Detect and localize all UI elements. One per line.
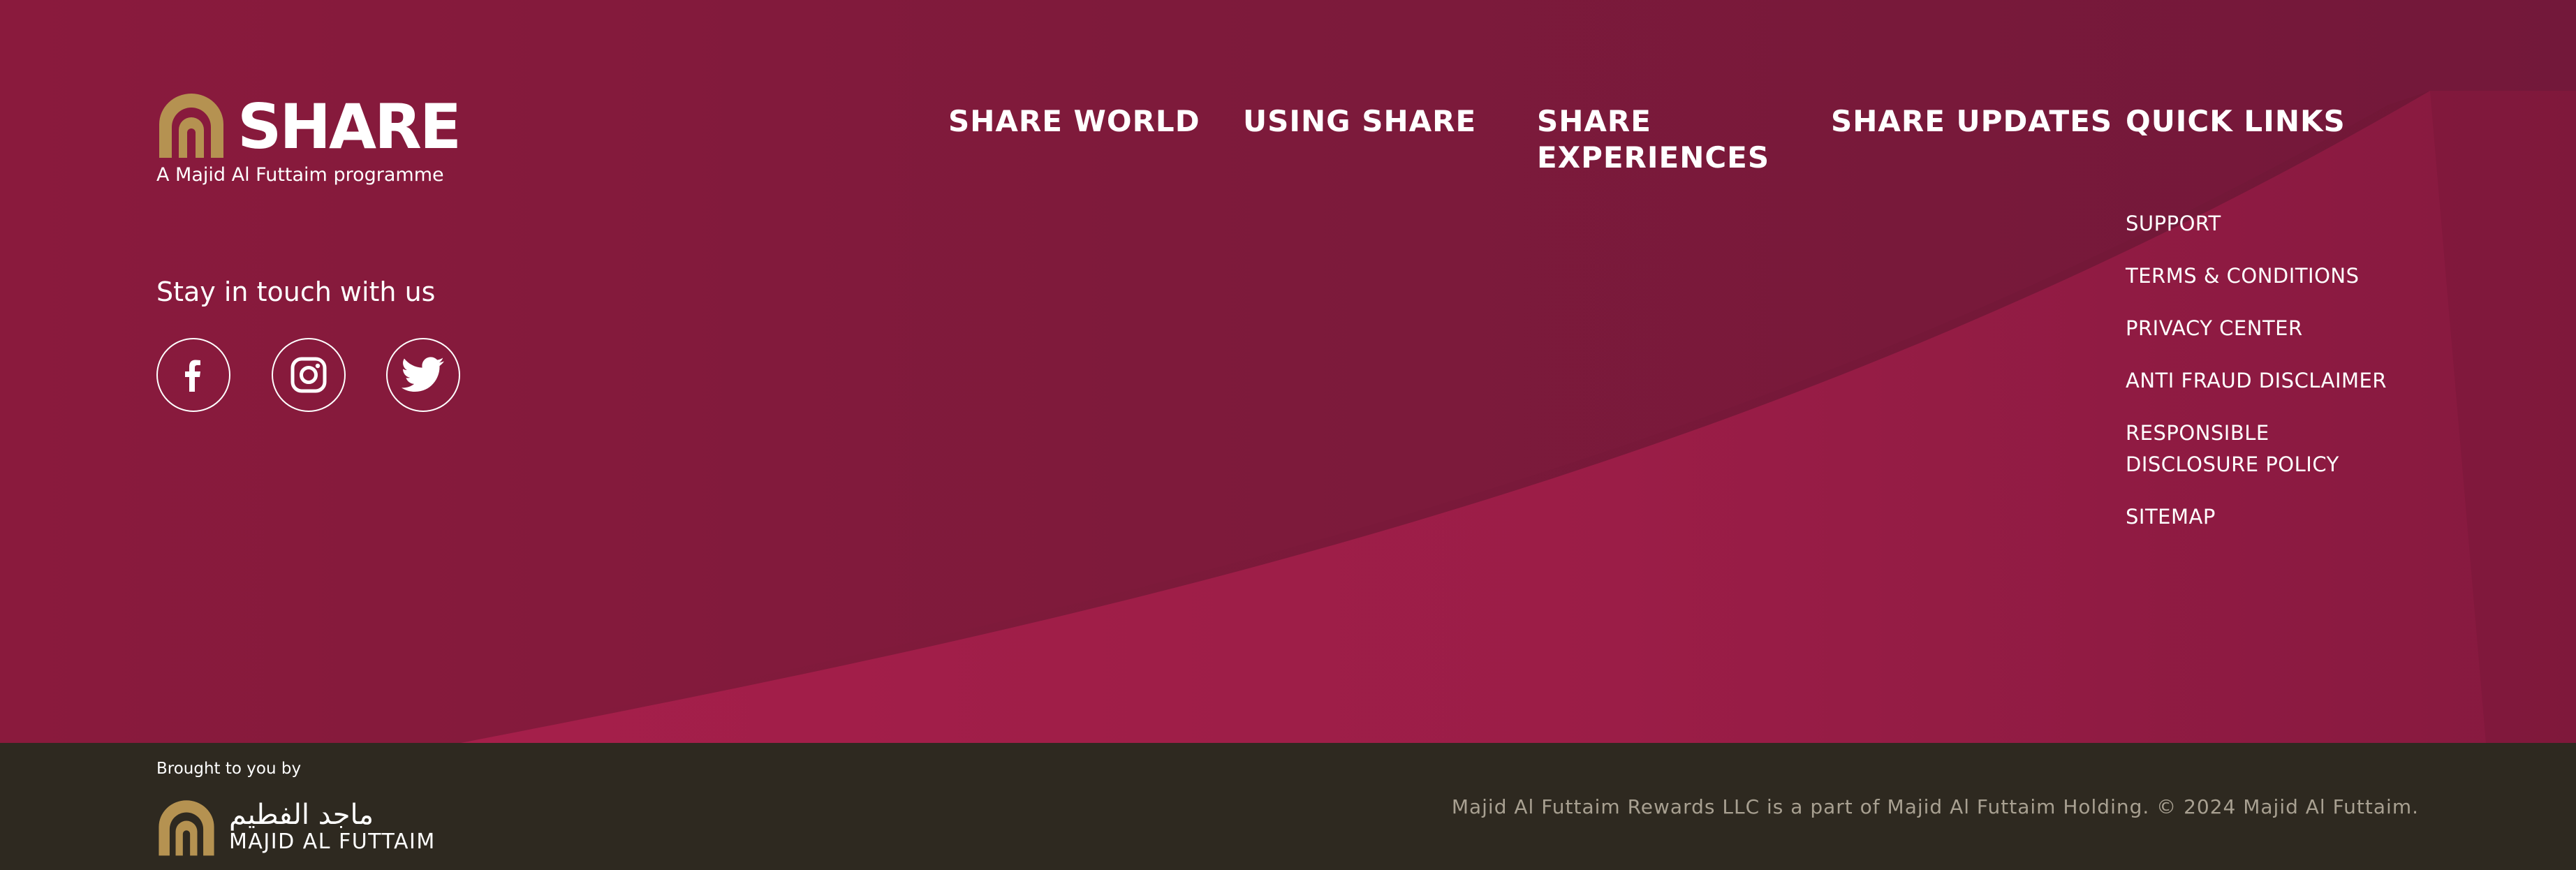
twitter-icon [402,357,444,392]
maf-arabic-name: ماجد الفطيم [229,799,374,831]
responsible-disclosure-line1: RESPONSIBLE [2126,421,2269,445]
brand-wordmark: SHARE [237,91,462,163]
nav-share-experiences-line1: SHARE [1537,104,1651,138]
footer-top: SHARE A Majid Al Futtaim programme Stay … [0,0,2576,743]
quick-link-anti-fraud[interactable]: ANTI FRAUD DISCLAIMER [2126,365,2387,397]
majid-al-futtaim-logo[interactable]: ماجد الفطيم MAJID AL FUTTAIM [156,797,436,860]
social-heading: Stay in touch with us [156,277,436,307]
instagram-icon [290,357,327,393]
quick-link-privacy-center[interactable]: PRIVACY CENTER [2126,313,2303,344]
nav-share-experiences[interactable]: SHARE EXPERIENCES [1537,103,1769,176]
facebook-icon [185,360,200,392]
nav-share-world[interactable]: SHARE WORLD [948,103,1200,140]
maf-latin-name: MAJID AL FUTTAIM [229,830,436,854]
responsible-disclosure-line2: DISCLOSURE POLICY [2126,452,2339,476]
quick-link-responsible-disclosure[interactable]: RESPONSIBLE DISCLOSURE POLICY [2126,418,2339,480]
nav-share-experiences-line2: EXPERIENCES [1537,140,1770,175]
facebook-link[interactable] [156,338,230,412]
instagram-link[interactable] [272,338,346,412]
share-brand[interactable]: SHARE A Majid Al Futtaim programme [156,92,462,190]
quick-link-sitemap[interactable]: SITEMAP [2126,501,2216,533]
nav-using-share[interactable]: USING SHARE [1243,103,1476,140]
footer-bottom: Brought to you by ماجد الفطيم MAJID AL F… [0,743,2576,870]
copyright-text: Majid Al Futtaim Rewards LLC is a part o… [1451,795,2419,818]
quick-links-heading: QUICK LINKS [2126,104,2346,138]
maf-arch-logo-icon [159,800,214,856]
quick-link-terms[interactable]: TERMS & CONDITIONS [2126,260,2360,292]
brought-to-you-by: Brought to you by [156,760,302,778]
brand-tagline: A Majid Al Futtaim programme [156,164,444,186]
quick-link-support[interactable]: SUPPORT [2126,208,2221,239]
share-arch-logo-icon [159,94,223,158]
nav-share-updates[interactable]: SHARE UPDATES [1831,103,2112,140]
twitter-link[interactable] [386,338,460,412]
